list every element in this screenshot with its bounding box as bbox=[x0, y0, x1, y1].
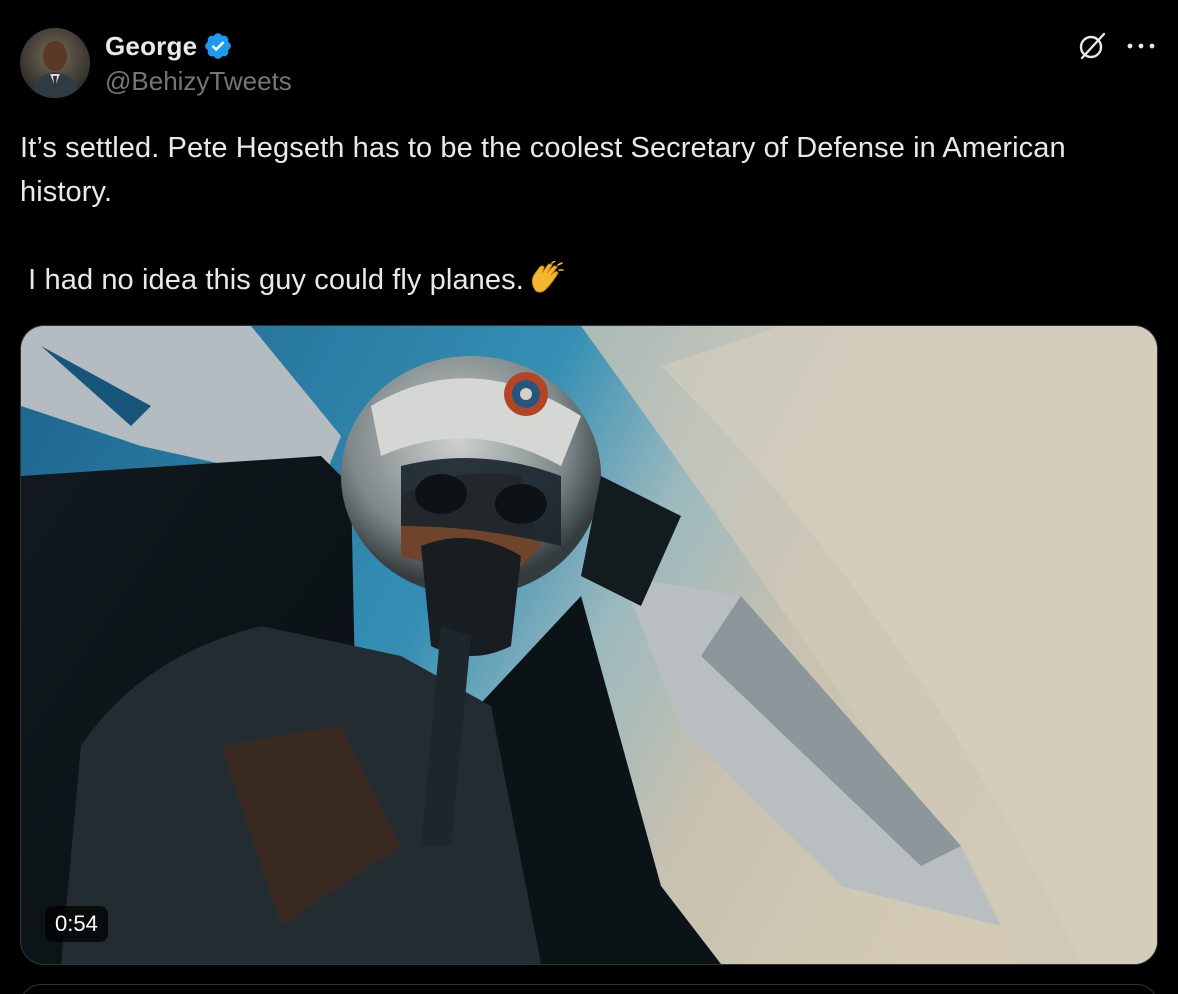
avatar[interactable] bbox=[20, 28, 90, 98]
video-thumbnail bbox=[21, 326, 1157, 964]
tweet-text-line: It’s settled. Pete Hegseth has to be the… bbox=[20, 132, 1074, 208]
more-icon[interactable] bbox=[1126, 41, 1156, 51]
author-handle[interactable]: @BehizyTweets bbox=[105, 66, 292, 97]
next-card-edge bbox=[20, 984, 1158, 994]
tweet-top-actions bbox=[1076, 30, 1156, 62]
grok-icon[interactable] bbox=[1076, 30, 1108, 62]
tweet-text-line-2: I had no idea this guy could fly planes. bbox=[20, 264, 524, 296]
clapping-hands-emoji bbox=[528, 260, 564, 308]
video-duration-badge: 0:54 bbox=[45, 906, 108, 942]
video-player[interactable]: 0:54 bbox=[20, 325, 1158, 965]
tweet-text-line: I had no idea this guy could fly planes. bbox=[20, 258, 1150, 308]
author-display-name[interactable]: George bbox=[105, 31, 197, 62]
tweet: George @BehizyTweets It’s settled. Pete … bbox=[0, 0, 1178, 994]
verified-badge-icon[interactable] bbox=[203, 31, 233, 61]
author-name-row[interactable]: George bbox=[105, 28, 233, 64]
tweet-text: It’s settled. Pete Hegseth has to be the… bbox=[20, 126, 1150, 308]
